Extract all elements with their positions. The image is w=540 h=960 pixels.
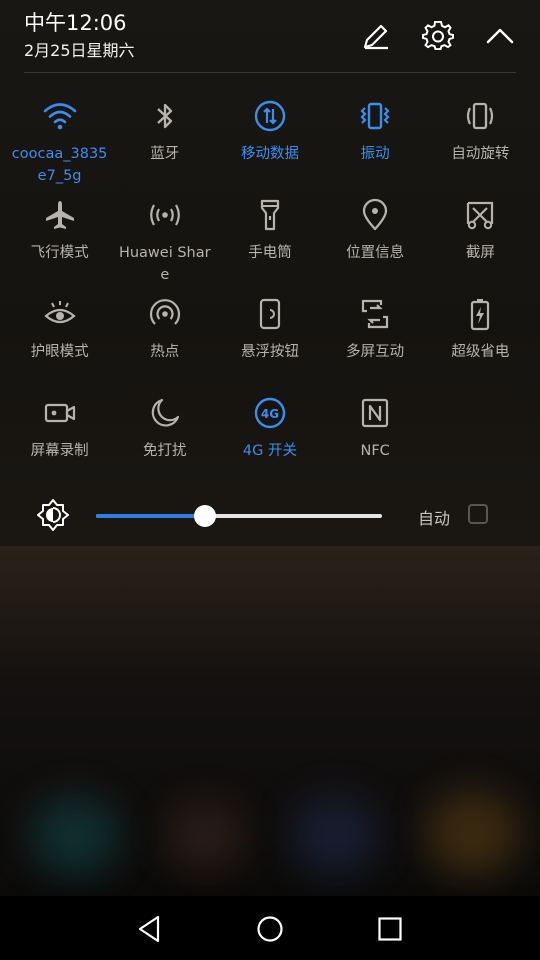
tile-location[interactable]: 位置信息	[323, 195, 428, 294]
tile-label: 多屏互动	[346, 344, 405, 360]
status-header: 中午12:06 2月25日星期六	[24, 10, 135, 62]
svg-text:4G: 4G	[261, 407, 279, 421]
header-divider	[24, 72, 516, 73]
brightness-slider-thumb[interactable]	[193, 505, 216, 527]
tile-auto-rotate[interactable]: 自动旋转	[428, 96, 533, 195]
tile-wifi[interactable]: coocaa_3835e7_5g	[7, 96, 112, 195]
tile-label: 4G 开关	[242, 443, 297, 459]
brightness-slider[interactable]	[96, 505, 382, 527]
tile-flashlight[interactable]: 手电筒	[217, 195, 322, 294]
flashlight-icon	[250, 195, 290, 235]
wifi-icon	[40, 96, 80, 136]
quick-tiles-grid: coocaa_3835e7_5g 蓝牙 移动数据 振动 自动旋转 飞行模式 Hu…	[7, 96, 533, 492]
huawei-share-icon	[145, 195, 185, 235]
tile-4g-toggle[interactable]: 4G 4G 开关	[217, 393, 322, 492]
tile-screenshot[interactable]: 截屏	[428, 195, 533, 294]
multi-screen-icon	[355, 294, 395, 334]
mobile-data-icon	[250, 96, 290, 136]
tile-label: NFC	[360, 443, 390, 459]
tile-huawei-share[interactable]: Huawei Share	[112, 195, 217, 294]
hotspot-icon	[145, 294, 185, 334]
header-actions	[358, 18, 518, 54]
ultra-power-saving-icon	[460, 294, 500, 334]
quick-settings-panel: 中午12:06 2月25日星期六 coocaa_3835e7_5g 蓝牙 移动数…	[0, 0, 540, 546]
recents-icon[interactable]	[375, 914, 405, 944]
do-not-disturb-icon	[145, 393, 185, 433]
tile-label: 热点	[150, 344, 180, 360]
tile-nfc[interactable]: NFC	[323, 393, 428, 492]
bluetooth-icon	[145, 96, 185, 136]
tile-floating-dock[interactable]: 悬浮按钮	[217, 294, 322, 393]
airplane-icon	[40, 195, 80, 235]
date-text[interactable]: 2月25日星期六	[24, 40, 135, 62]
tile-hotspot[interactable]: 热点	[112, 294, 217, 393]
screenshot-icon	[460, 195, 500, 235]
tile-screen-record[interactable]: 屏幕录制	[7, 393, 112, 492]
collapse-icon[interactable]	[482, 18, 518, 54]
screen-record-icon	[40, 393, 80, 433]
auto-brightness-label: 自动	[418, 509, 451, 528]
tile-label: 超级省电	[451, 344, 510, 360]
eye-comfort-icon	[40, 294, 80, 334]
tile-label: 振动	[360, 146, 390, 162]
tile-label: Huawei Share	[118, 245, 211, 283]
tile-label: 位置信息	[346, 245, 405, 261]
vibrate-icon	[355, 96, 395, 136]
auto-rotate-icon	[460, 96, 500, 136]
floating-dock-icon	[250, 294, 290, 334]
edit-icon[interactable]	[358, 18, 394, 54]
tile-label: 飞行模式	[30, 245, 89, 261]
clock-time: 中午12:06	[24, 11, 127, 35]
tile-mobile-data[interactable]: 移动数据	[217, 96, 322, 195]
tile-label: 截屏	[465, 245, 495, 261]
tile-ultra-power-saving[interactable]: 超级省电	[428, 294, 533, 393]
wallpaper-background	[0, 546, 540, 886]
notification-shade-screen: 中午12:06 2月25日星期六 coocaa_3835e7_5g 蓝牙 移动数…	[0, 0, 540, 960]
back-icon[interactable]	[135, 914, 165, 944]
navigation-bar	[0, 896, 540, 960]
home-icon[interactable]	[255, 914, 285, 944]
tile-label: coocaa_3835e7_5g	[11, 146, 108, 184]
location-icon	[355, 195, 395, 235]
brightness-control: 自动	[36, 498, 506, 536]
4g-icon: 4G	[250, 393, 290, 433]
tile-label: 移动数据	[240, 146, 299, 162]
brightness-icon	[36, 498, 72, 534]
tile-bluetooth[interactable]: 蓝牙	[112, 96, 217, 195]
tile-label: 悬浮按钮	[240, 344, 299, 360]
tile-multi-screen[interactable]: 多屏互动	[323, 294, 428, 393]
tile-label: 手电筒	[248, 245, 292, 261]
tile-eye-comfort[interactable]: 护眼模式	[7, 294, 112, 393]
tile-label: 自动旋转	[451, 146, 510, 162]
tile-label: 护眼模式	[30, 344, 89, 360]
tile-label: 蓝牙	[150, 146, 180, 162]
brightness-slider-fill	[96, 514, 205, 518]
auto-brightness-checkbox[interactable]	[468, 504, 488, 524]
nfc-icon	[355, 393, 395, 433]
tile-airplane-mode[interactable]: 飞行模式	[7, 195, 112, 294]
tile-label: 屏幕录制	[30, 443, 89, 459]
tile-label: 免打扰	[143, 443, 187, 459]
tile-do-not-disturb[interactable]: 免打扰	[112, 393, 217, 492]
tile-vibrate[interactable]: 振动	[323, 96, 428, 195]
settings-icon[interactable]	[420, 18, 456, 54]
